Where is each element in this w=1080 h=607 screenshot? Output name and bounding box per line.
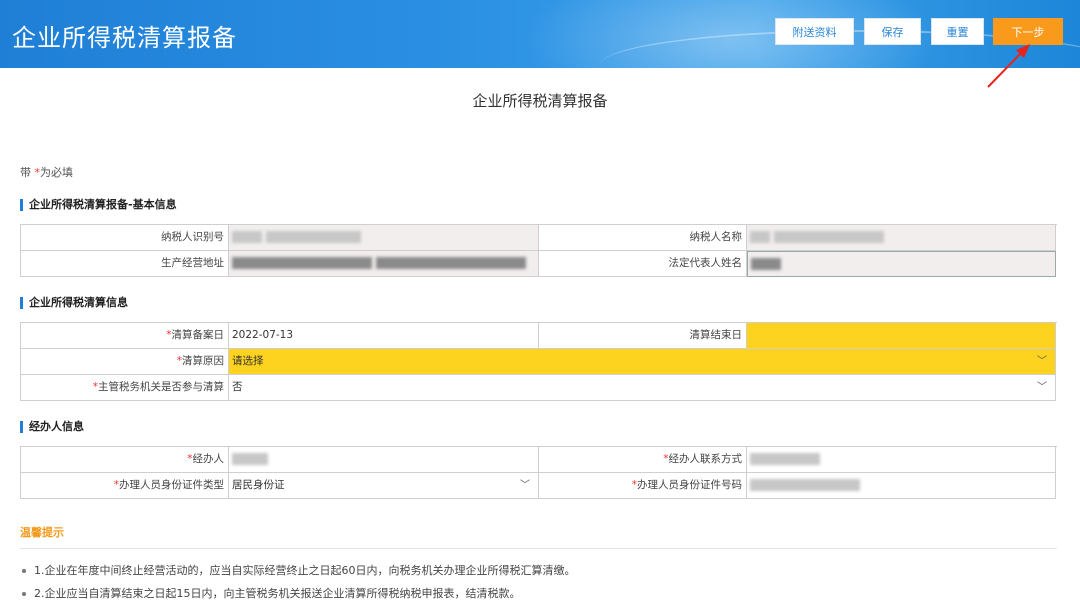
bullet-icon	[22, 592, 26, 596]
end-date-label: 清算结束日	[539, 323, 747, 349]
tip-item: 2.企业应当自清算结束之日起15日内，向主管税务机关报送企业清算所得税纳税申报表…	[22, 585, 521, 601]
redacted-text	[750, 453, 820, 465]
taxpayer-name-label: 纳税人名称	[539, 225, 747, 251]
filing-date-field[interactable]: 2022-07-13	[229, 323, 539, 349]
redacted-text	[232, 453, 268, 465]
redacted-text	[750, 231, 770, 243]
tips-title: 温馨提示	[20, 526, 64, 539]
chevron-down-icon: ﹀	[1037, 382, 1047, 393]
agent-info-table: *经办人 *经办人联系方式 *办理人员身份证件类型 居民身份证 ﹀ *办理人员身…	[20, 446, 1057, 499]
authority-select-value: 否	[232, 381, 243, 393]
section-title-agent: 经办人信息	[20, 421, 84, 433]
required-note: 带 *为必填	[20, 164, 73, 180]
table-row: *主管税务机关是否参与清算 否 ﹀	[21, 375, 1057, 401]
address-value	[229, 251, 539, 277]
table-row: *清算原因 请选择 ﹀	[21, 349, 1057, 375]
reason-label: *清算原因	[21, 349, 229, 375]
basic-info-table: 纳税人识别号 纳税人名称 生产经营地址 法定代表人姓名	[20, 224, 1057, 277]
page-title: 企业所得税清算报备	[472, 92, 608, 110]
required-note-suffix: 为必填	[40, 166, 73, 179]
bullet-icon	[22, 569, 26, 573]
address-label: 生产经营地址	[21, 251, 229, 277]
table-row: *清算备案日 2022-07-13 清算结束日	[21, 323, 1057, 349]
reason-select-value: 请选择	[232, 355, 264, 367]
authority-label-text: 主管税务机关是否参与清算	[98, 381, 224, 393]
agent-label-text: 经办人	[192, 453, 225, 465]
taxpayer-name-value	[747, 225, 1056, 251]
legal-rep-value	[747, 251, 1056, 277]
id-type-label: *办理人员身份证件类型	[21, 473, 229, 499]
agent-contact-field[interactable]	[747, 447, 1056, 473]
legal-rep-label: 法定代表人姓名	[539, 251, 747, 277]
filing-date-label-text: 清算备案日	[171, 329, 225, 341]
liquidation-info-table: *清算备案日 2022-07-13 清算结束日 *清算原因 请选择 ﹀ *主管税…	[20, 322, 1057, 401]
table-row: 纳税人识别号 纳税人名称	[21, 225, 1057, 251]
table-row: 生产经营地址 法定代表人姓名	[21, 251, 1057, 277]
filing-date-label: *清算备案日	[21, 323, 229, 349]
id-number-label: *办理人员身份证件号码	[539, 473, 747, 499]
agent-contact-label: *经办人联系方式	[539, 447, 747, 473]
agent-field[interactable]	[229, 447, 539, 473]
authority-label: *主管税务机关是否参与清算	[21, 375, 229, 401]
end-date-field[interactable]	[747, 323, 1056, 349]
agent-label: *经办人	[21, 447, 229, 473]
table-row: *经办人 *经办人联系方式	[21, 447, 1057, 473]
taxpayer-id-value	[229, 225, 539, 251]
redacted-text	[751, 258, 781, 270]
redacted-text	[750, 479, 860, 491]
agent-contact-label-text: 经办人联系方式	[668, 453, 743, 465]
taxpayer-id-label: 纳税人识别号	[21, 225, 229, 251]
id-type-label-text: 办理人员身份证件类型	[119, 479, 224, 491]
redacted-text	[266, 231, 361, 243]
section-title-liquidation: 企业所得税清算信息	[20, 297, 128, 309]
table-row: *办理人员身份证件类型 居民身份证 ﹀ *办理人员身份证件号码	[21, 473, 1057, 499]
tips-divider	[20, 548, 1057, 549]
tip-text: 1.企业在年度中间终止经营活动的，应当自实际经营终止之日起60日内，向税务机关办…	[34, 564, 576, 577]
required-note-prefix: 带	[20, 166, 35, 179]
tip-text: 2.企业应当自清算结束之日起15日内，向主管税务机关报送企业清算所得税纳税申报表…	[34, 587, 521, 600]
section-title-basic: 企业所得税清算报备-基本信息	[20, 199, 177, 211]
chevron-down-icon: ﹀	[520, 480, 530, 491]
id-type-select-value: 居民身份证	[232, 479, 285, 491]
id-number-label-text: 办理人员身份证件号码	[637, 479, 742, 491]
authority-select[interactable]: 否 ﹀	[229, 375, 1056, 401]
reason-select[interactable]: 请选择 ﹀	[229, 349, 1056, 375]
redacted-text	[774, 231, 884, 243]
id-number-field[interactable]	[747, 473, 1056, 499]
chevron-down-icon: ﹀	[1037, 356, 1047, 367]
id-type-select[interactable]: 居民身份证 ﹀	[229, 473, 539, 499]
redacted-text	[232, 231, 262, 243]
reason-label-text: 清算原因	[182, 355, 224, 367]
redacted-text	[376, 257, 526, 269]
tip-item: 1.企业在年度中间终止经营活动的，应当自实际经营终止之日起60日内，向税务机关办…	[22, 562, 576, 578]
redacted-text	[232, 257, 372, 269]
